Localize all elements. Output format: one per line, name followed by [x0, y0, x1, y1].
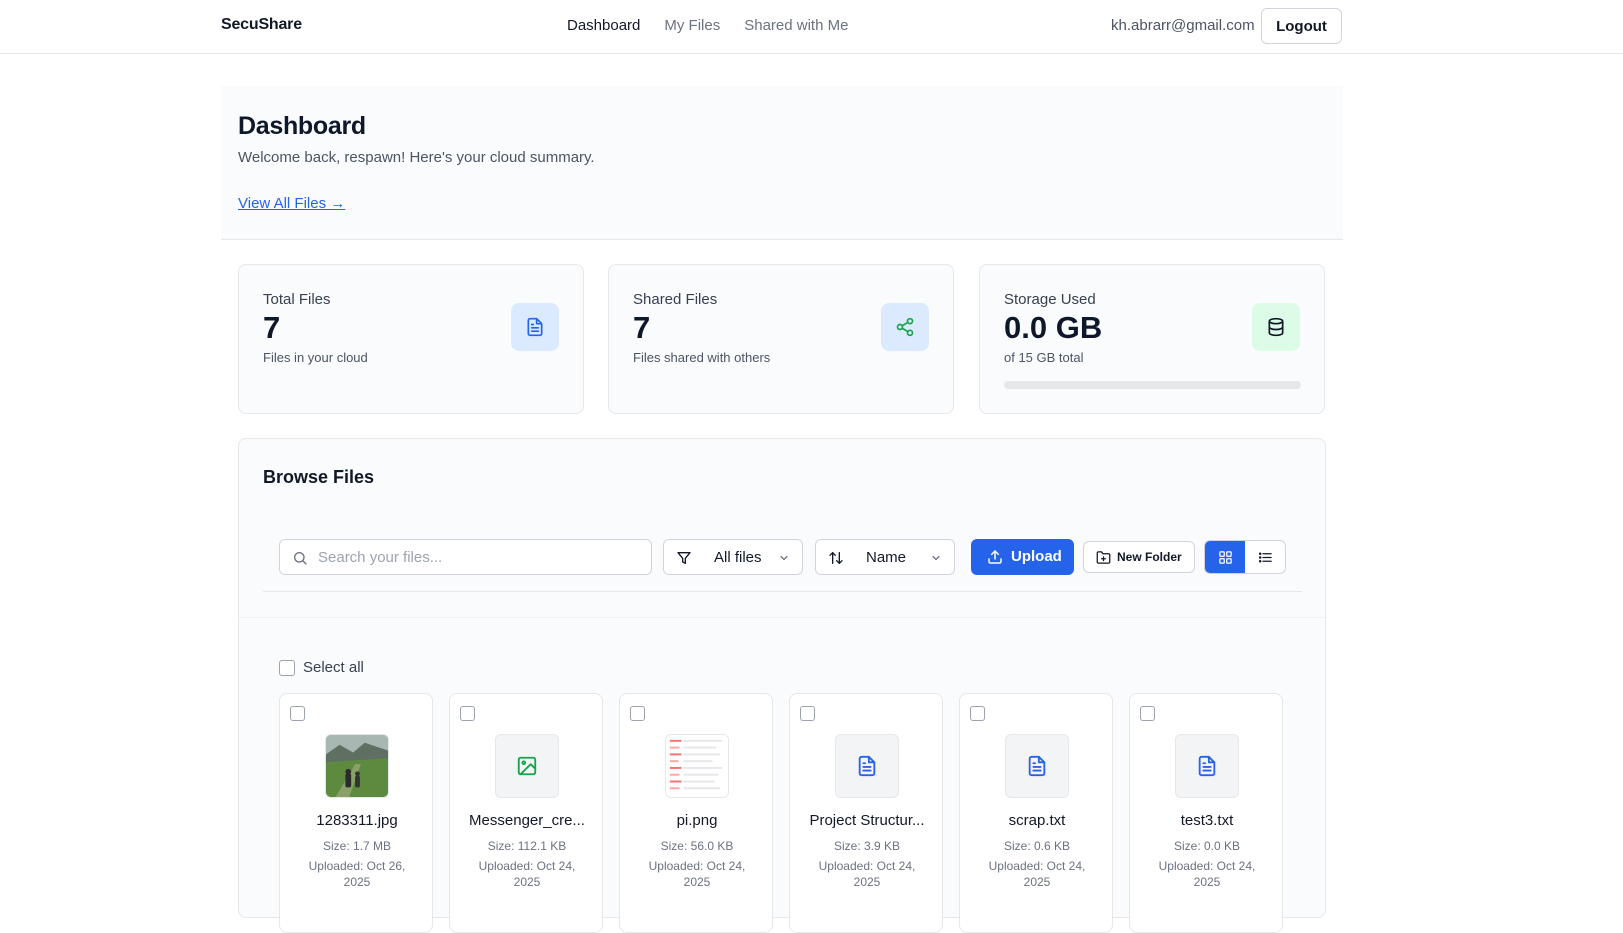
file-name: 1283311.jpg [316, 812, 398, 829]
upload-icon [988, 550, 1002, 564]
brand-logo[interactable]: SecuShare [221, 16, 302, 34]
file-name: scrap.txt [1008, 812, 1066, 829]
database-icon [1252, 303, 1300, 351]
stat-hint: Files shared with others [633, 350, 771, 365]
file-card[interactable]: pi.png Size: 56.0 KB Uploaded: Oct 24, 2… [619, 693, 773, 933]
file-uploaded-date: Uploaded: Oct 24, 2025 [988, 859, 1086, 889]
file-size: Size: 56.0 KB [660, 839, 734, 853]
folder-plus-icon [1096, 551, 1111, 564]
filter-value: All files [714, 549, 762, 566]
file-icon [511, 303, 559, 351]
grid-icon [1218, 550, 1232, 564]
file-checkbox[interactable] [630, 706, 645, 721]
nav-link-dashboard[interactable]: Dashboard [567, 17, 640, 34]
section-title: Browse Files [263, 467, 375, 487]
stat-value: 7 [263, 310, 281, 345]
stat-value: 7 [633, 310, 651, 345]
user-email: kh.abrarr@gmail.com [1111, 17, 1255, 34]
stat-value: 0.0 GB [1004, 310, 1103, 345]
stat-label: Shared Files [633, 291, 718, 308]
upload-button[interactable]: Upload [971, 539, 1074, 575]
main-nav: Dashboard My Files Shared with Me [567, 17, 848, 34]
file-uploaded-date: Uploaded: Oct 24, 2025 [1158, 859, 1256, 889]
browse-files-panel: Browse Files All files Name Upload New F… [238, 438, 1326, 933]
file-size: Size: 112.1 KB [487, 839, 567, 853]
file-checkbox[interactable] [970, 706, 985, 721]
list-view-button[interactable] [1245, 541, 1285, 573]
file-size: Size: 0.6 KB [1003, 839, 1071, 853]
search-field[interactable] [279, 539, 652, 575]
file-size: Size: 3.9 KB [833, 839, 901, 853]
stat-label: Storage Used [1004, 291, 1096, 308]
view-all-files-link[interactable]: View All Files → [238, 195, 345, 212]
stat-card-total-files: Total Files 7 Files in your cloud [238, 264, 584, 414]
file-card[interactable]: Messenger_cre... Size: 112.1 KB Uploaded… [449, 693, 603, 933]
nav-link-shared-with-me[interactable]: Shared with Me [744, 17, 848, 34]
sort-icon [829, 552, 843, 564]
sort-value: Name [866, 549, 907, 566]
file-thumbnail-photo [325, 734, 389, 798]
file-uploaded-date: Uploaded: Oct 26, 2025 [308, 859, 406, 889]
top-navbar: SecuShare Dashboard My Files Shared with… [0, 0, 1623, 54]
file-uploaded-date: Uploaded: Oct 24, 2025 [648, 859, 746, 889]
stat-card-storage-used: Storage Used 0.0 GB of 15 GB total [979, 264, 1325, 414]
stat-hint: Files in your cloud [263, 350, 368, 365]
file-text-icon [1175, 734, 1239, 798]
file-checkbox[interactable] [800, 706, 815, 721]
file-card[interactable]: scrap.txt Size: 0.6 KB Uploaded: Oct 24,… [959, 693, 1113, 933]
chevron-down-icon [932, 555, 940, 561]
file-card[interactable]: Project Structur... Size: 3.9 KB Uploade… [789, 693, 943, 933]
new-folder-button[interactable]: New Folder [1083, 541, 1195, 573]
file-name: Project Structur... [809, 812, 925, 829]
search-icon [294, 552, 307, 565]
file-card[interactable]: 1283311.jpg Size: 1.7 MB Uploaded: Oct 2… [279, 693, 433, 933]
file-name: pi.png [676, 812, 718, 829]
divider [239, 617, 1325, 618]
image-icon [495, 734, 559, 798]
search-input[interactable] [318, 546, 638, 568]
divider [263, 591, 1302, 592]
file-text-icon [1005, 734, 1069, 798]
file-uploaded-date: Uploaded: Oct 24, 2025 [818, 859, 916, 889]
chevron-down-icon [780, 555, 788, 561]
nav-link-my-files[interactable]: My Files [664, 17, 720, 34]
select-all-checkbox[interactable] [279, 659, 295, 676]
select-all-control[interactable]: Select all [279, 659, 364, 676]
stat-card-shared-files: Shared Files 7 Files shared with others [608, 264, 954, 414]
page-title: Dashboard [238, 112, 366, 140]
storage-progress-bar [1004, 381, 1301, 389]
filter-select[interactable]: All files [663, 539, 803, 575]
logout-button[interactable]: Logout [1261, 8, 1342, 44]
file-uploaded-date: Uploaded: Oct 24, 2025 [478, 859, 576, 889]
file-thumbnail-document-preview [665, 734, 729, 798]
file-checkbox[interactable] [460, 706, 475, 721]
new-folder-label: New Folder [1117, 550, 1182, 564]
welcome-text: Welcome back, respawn! Here's your cloud… [238, 149, 595, 166]
file-card[interactable]: test3.txt Size: 0.0 KB Uploaded: Oct 24,… [1129, 693, 1283, 933]
select-all-label: Select all [303, 659, 364, 676]
file-text-icon [835, 734, 899, 798]
file-checkbox[interactable] [290, 706, 305, 721]
share-icon [881, 303, 929, 351]
file-size: Size: 1.7 MB [322, 839, 392, 853]
list-icon [1258, 552, 1272, 562]
stat-hint: of 15 GB total [1004, 350, 1084, 365]
file-size: Size: 0.0 KB [1173, 839, 1241, 853]
file-checkbox[interactable] [1140, 706, 1155, 721]
sort-select[interactable]: Name [815, 539, 955, 575]
stat-label: Total Files [263, 291, 331, 308]
grid-view-button[interactable] [1205, 541, 1245, 573]
upload-label: Upload [1011, 548, 1062, 565]
file-name: test3.txt [1180, 812, 1234, 829]
dashboard-header: Dashboard Welcome back, respawn! Here's … [221, 86, 1343, 240]
filter-icon [677, 552, 691, 564]
view-mode-toggle [1204, 540, 1286, 574]
file-name: Messenger_cre... [469, 812, 585, 829]
